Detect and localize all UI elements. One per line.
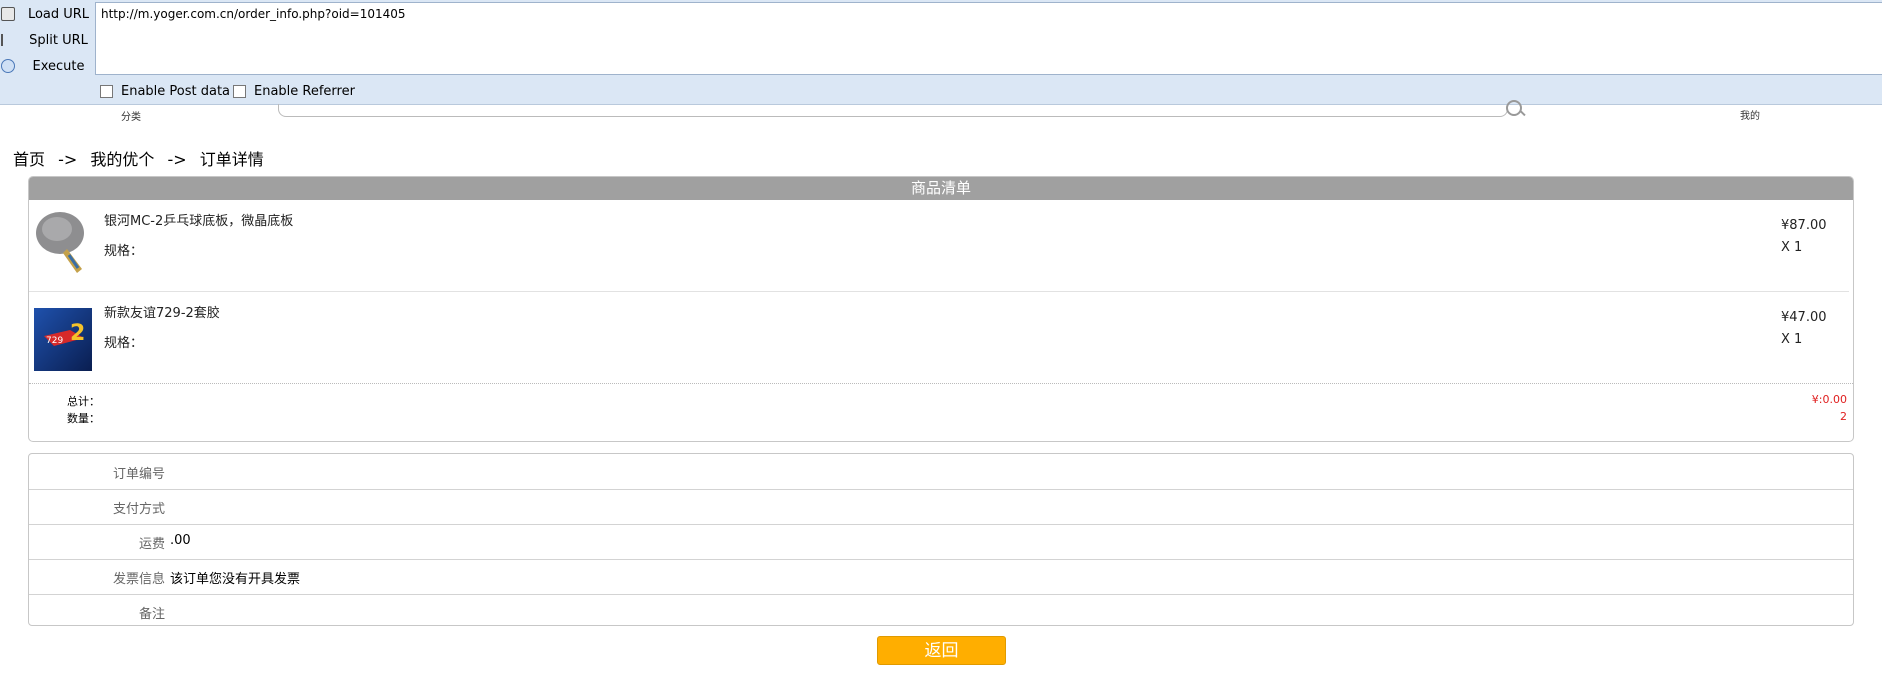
rubber-thumbnail[interactable]: 2 729	[34, 308, 92, 371]
category-link[interactable]: 分类	[121, 108, 141, 123]
my-account-link[interactable]: 我的	[1740, 107, 1760, 122]
split-url-label: Split URL	[29, 32, 88, 48]
shipping-fee-row: 运费 .00	[29, 524, 1853, 560]
svg-text:2: 2	[70, 321, 85, 346]
goods-item[interactable]: 2 729 新款友谊729-2套胶 规格： ¥47.00 X 1	[29, 292, 1853, 384]
hackbar-toolbar: Load URL Split URL Execute http://m.yoge…	[0, 0, 1882, 105]
order-number-row: 订单编号	[29, 454, 1853, 490]
checkbox-icon[interactable]	[233, 85, 246, 98]
goods-item-price: ¥47.00	[1781, 310, 1827, 325]
execute-button[interactable]: Execute	[0, 54, 92, 78]
breadcrumb-current: 订单详情	[199, 150, 264, 169]
url-textarea[interactable]: http://m.yoger.com.cn/order_info.php?oid…	[95, 2, 1882, 75]
breadcrumb-my-yoger[interactable]: 我的优个	[90, 150, 154, 169]
split-url-button[interactable]: Split URL	[0, 28, 92, 52]
split-url-icon	[1, 34, 15, 46]
execute-label: Execute	[32, 58, 85, 74]
remark-row: 备注	[29, 594, 1853, 629]
invoice-info-row: 发票信息 该订单您没有开具发票	[29, 559, 1853, 595]
count-label: 数量：	[67, 412, 100, 425]
execute-icon	[1, 59, 15, 73]
load-url-label: Load URL	[27, 6, 90, 22]
info-key: 运费	[138, 537, 165, 552]
goods-item-spec: 规格：	[104, 336, 144, 351]
total-label: 总计：	[67, 395, 100, 408]
total-value: ¥:0.00	[1811, 393, 1847, 406]
payment-method-row: 支付方式	[29, 489, 1853, 525]
goods-item-spec: 规格：	[104, 244, 144, 259]
goods-list-title: 商品清单	[29, 177, 1853, 200]
info-key: 订单编号	[112, 467, 165, 482]
enable-referrer-label: Enable Referrer	[254, 84, 355, 99]
count-value: 2	[1840, 410, 1847, 423]
breadcrumb-home[interactable]: 首页	[13, 150, 45, 169]
info-key: 支付方式	[112, 502, 165, 517]
order-info-table: 订单编号 支付方式 运费 .00 发票信息 该订单您没有开具发票 备注	[28, 453, 1854, 626]
breadcrumb-separator: ->	[58, 150, 78, 169]
info-value: 该订单您没有开具发票	[170, 572, 301, 587]
search-input[interactable]	[278, 104, 1508, 117]
enable-post-label: Enable Post data	[121, 84, 231, 99]
goods-item-qty: X 1	[1781, 240, 1803, 255]
svg-text:729: 729	[46, 336, 63, 346]
goods-item-price: ¥87.00	[1781, 218, 1827, 233]
goods-item[interactable]: 银河MC-2乒乓球底板，微晶底板 规格： ¥87.00 X 1	[29, 200, 1849, 292]
checkbox-icon[interactable]	[100, 85, 113, 98]
goods-list: 商品清单 银河MC-2乒乓球底板，微晶底板 规格： ¥87.00 X 1 2 7…	[28, 176, 1854, 442]
info-value: .00	[170, 533, 191, 548]
load-url-icon	[1, 7, 15, 21]
info-key: 备注	[138, 607, 165, 622]
search-icon[interactable]	[1506, 100, 1522, 116]
paddle-thumbnail[interactable]	[34, 211, 92, 274]
goods-item-name[interactable]: 银河MC-2乒乓球底板，微晶底板	[104, 210, 293, 229]
info-key: 发票信息	[112, 572, 165, 587]
enable-referrer-checkbox[interactable]: Enable Referrer	[233, 84, 355, 99]
back-button[interactable]: 返回	[877, 636, 1006, 665]
goods-item-name[interactable]: 新款友谊729-2套胶	[104, 302, 220, 321]
goods-item-qty: X 1	[1781, 332, 1803, 347]
breadcrumb-separator: ->	[167, 150, 187, 169]
enable-post-checkbox[interactable]: Enable Post data	[100, 84, 230, 99]
load-url-button[interactable]: Load URL	[0, 2, 92, 26]
breadcrumb: 首页 -> 我的优个 -> 订单详情	[13, 146, 272, 170]
